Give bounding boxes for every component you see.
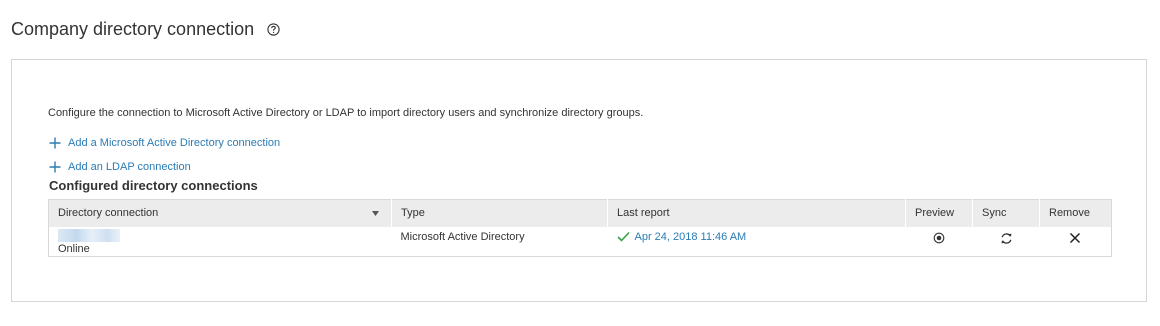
- column-header-remove: Remove: [1040, 200, 1112, 227]
- connections-table: Directory connection Type Last report Pr…: [48, 199, 1112, 257]
- sync-icon[interactable]: [1000, 232, 1013, 245]
- plus-icon: [49, 137, 61, 149]
- last-report-text: Apr 24, 2018 11:46 AM: [634, 230, 747, 243]
- add-ldap-connection-label: Add an LDAP connection: [68, 161, 191, 173]
- checkmark-icon: [616, 231, 630, 242]
- column-header-preview: Preview: [905, 199, 973, 227]
- column-header-remove-label: Remove: [1049, 207, 1090, 220]
- plus-icon: [49, 161, 61, 173]
- connection-name-redacted[interactable]: [58, 228, 120, 242]
- page-title: Company directory connection: [11, 19, 254, 40]
- close-icon[interactable]: [1069, 232, 1081, 244]
- configured-connections-title: Configured directory connections: [49, 178, 258, 193]
- page-title-text: Company directory connection: [11, 19, 255, 39]
- column-header-last-report-label: Last report: [617, 207, 670, 220]
- connection-status: Online: [58, 242, 90, 255]
- remove-cell: [1040, 227, 1112, 257]
- column-header-sync: Sync: [972, 199, 1040, 227]
- panel-description: Configure the connection to Microsoft Ac…: [48, 107, 644, 119]
- add-ldap-connection-link[interactable]: Add an LDAP connection: [49, 161, 191, 173]
- page: Company directory connection Configure t…: [0, 0, 1160, 326]
- add-ad-connection-link[interactable]: Add a Microsoft Active Directory connect…: [49, 137, 280, 149]
- column-header-last-report: Last report: [607, 199, 906, 227]
- column-header-preview-label: Preview: [915, 207, 955, 220]
- column-header-connection[interactable]: Directory connection: [48, 199, 392, 227]
- column-header-sync-label: Sync: [982, 207, 1007, 220]
- type-cell: Microsoft Active Directory: [400, 230, 525, 243]
- help-icon[interactable]: [267, 23, 280, 36]
- sync-cell: [973, 227, 1040, 257]
- directory-connection-panel: Configure the connection to Microsoft Ac…: [11, 59, 1147, 302]
- last-report-link[interactable]: Apr 24, 2018 11:46 AM: [616, 230, 747, 243]
- sort-down-icon[interactable]: [372, 211, 379, 216]
- column-header-type-label: Type: [401, 207, 425, 220]
- table-row: Online Microsoft Active Directory Apr 24…: [48, 226, 1112, 257]
- last-report-cell: Apr 24, 2018 11:46 AM: [608, 227, 906, 257]
- connection-cell: Online: [49, 227, 392, 257]
- add-ad-connection-label: Add a Microsoft Active Directory connect…: [68, 137, 281, 149]
- preview-icon[interactable]: [933, 232, 945, 244]
- column-header-type: Type: [391, 199, 608, 227]
- preview-cell: [906, 227, 973, 257]
- table-header-row: Directory connection Type Last report Pr…: [48, 199, 1112, 227]
- column-header-connection-label: Directory connection: [58, 207, 159, 220]
